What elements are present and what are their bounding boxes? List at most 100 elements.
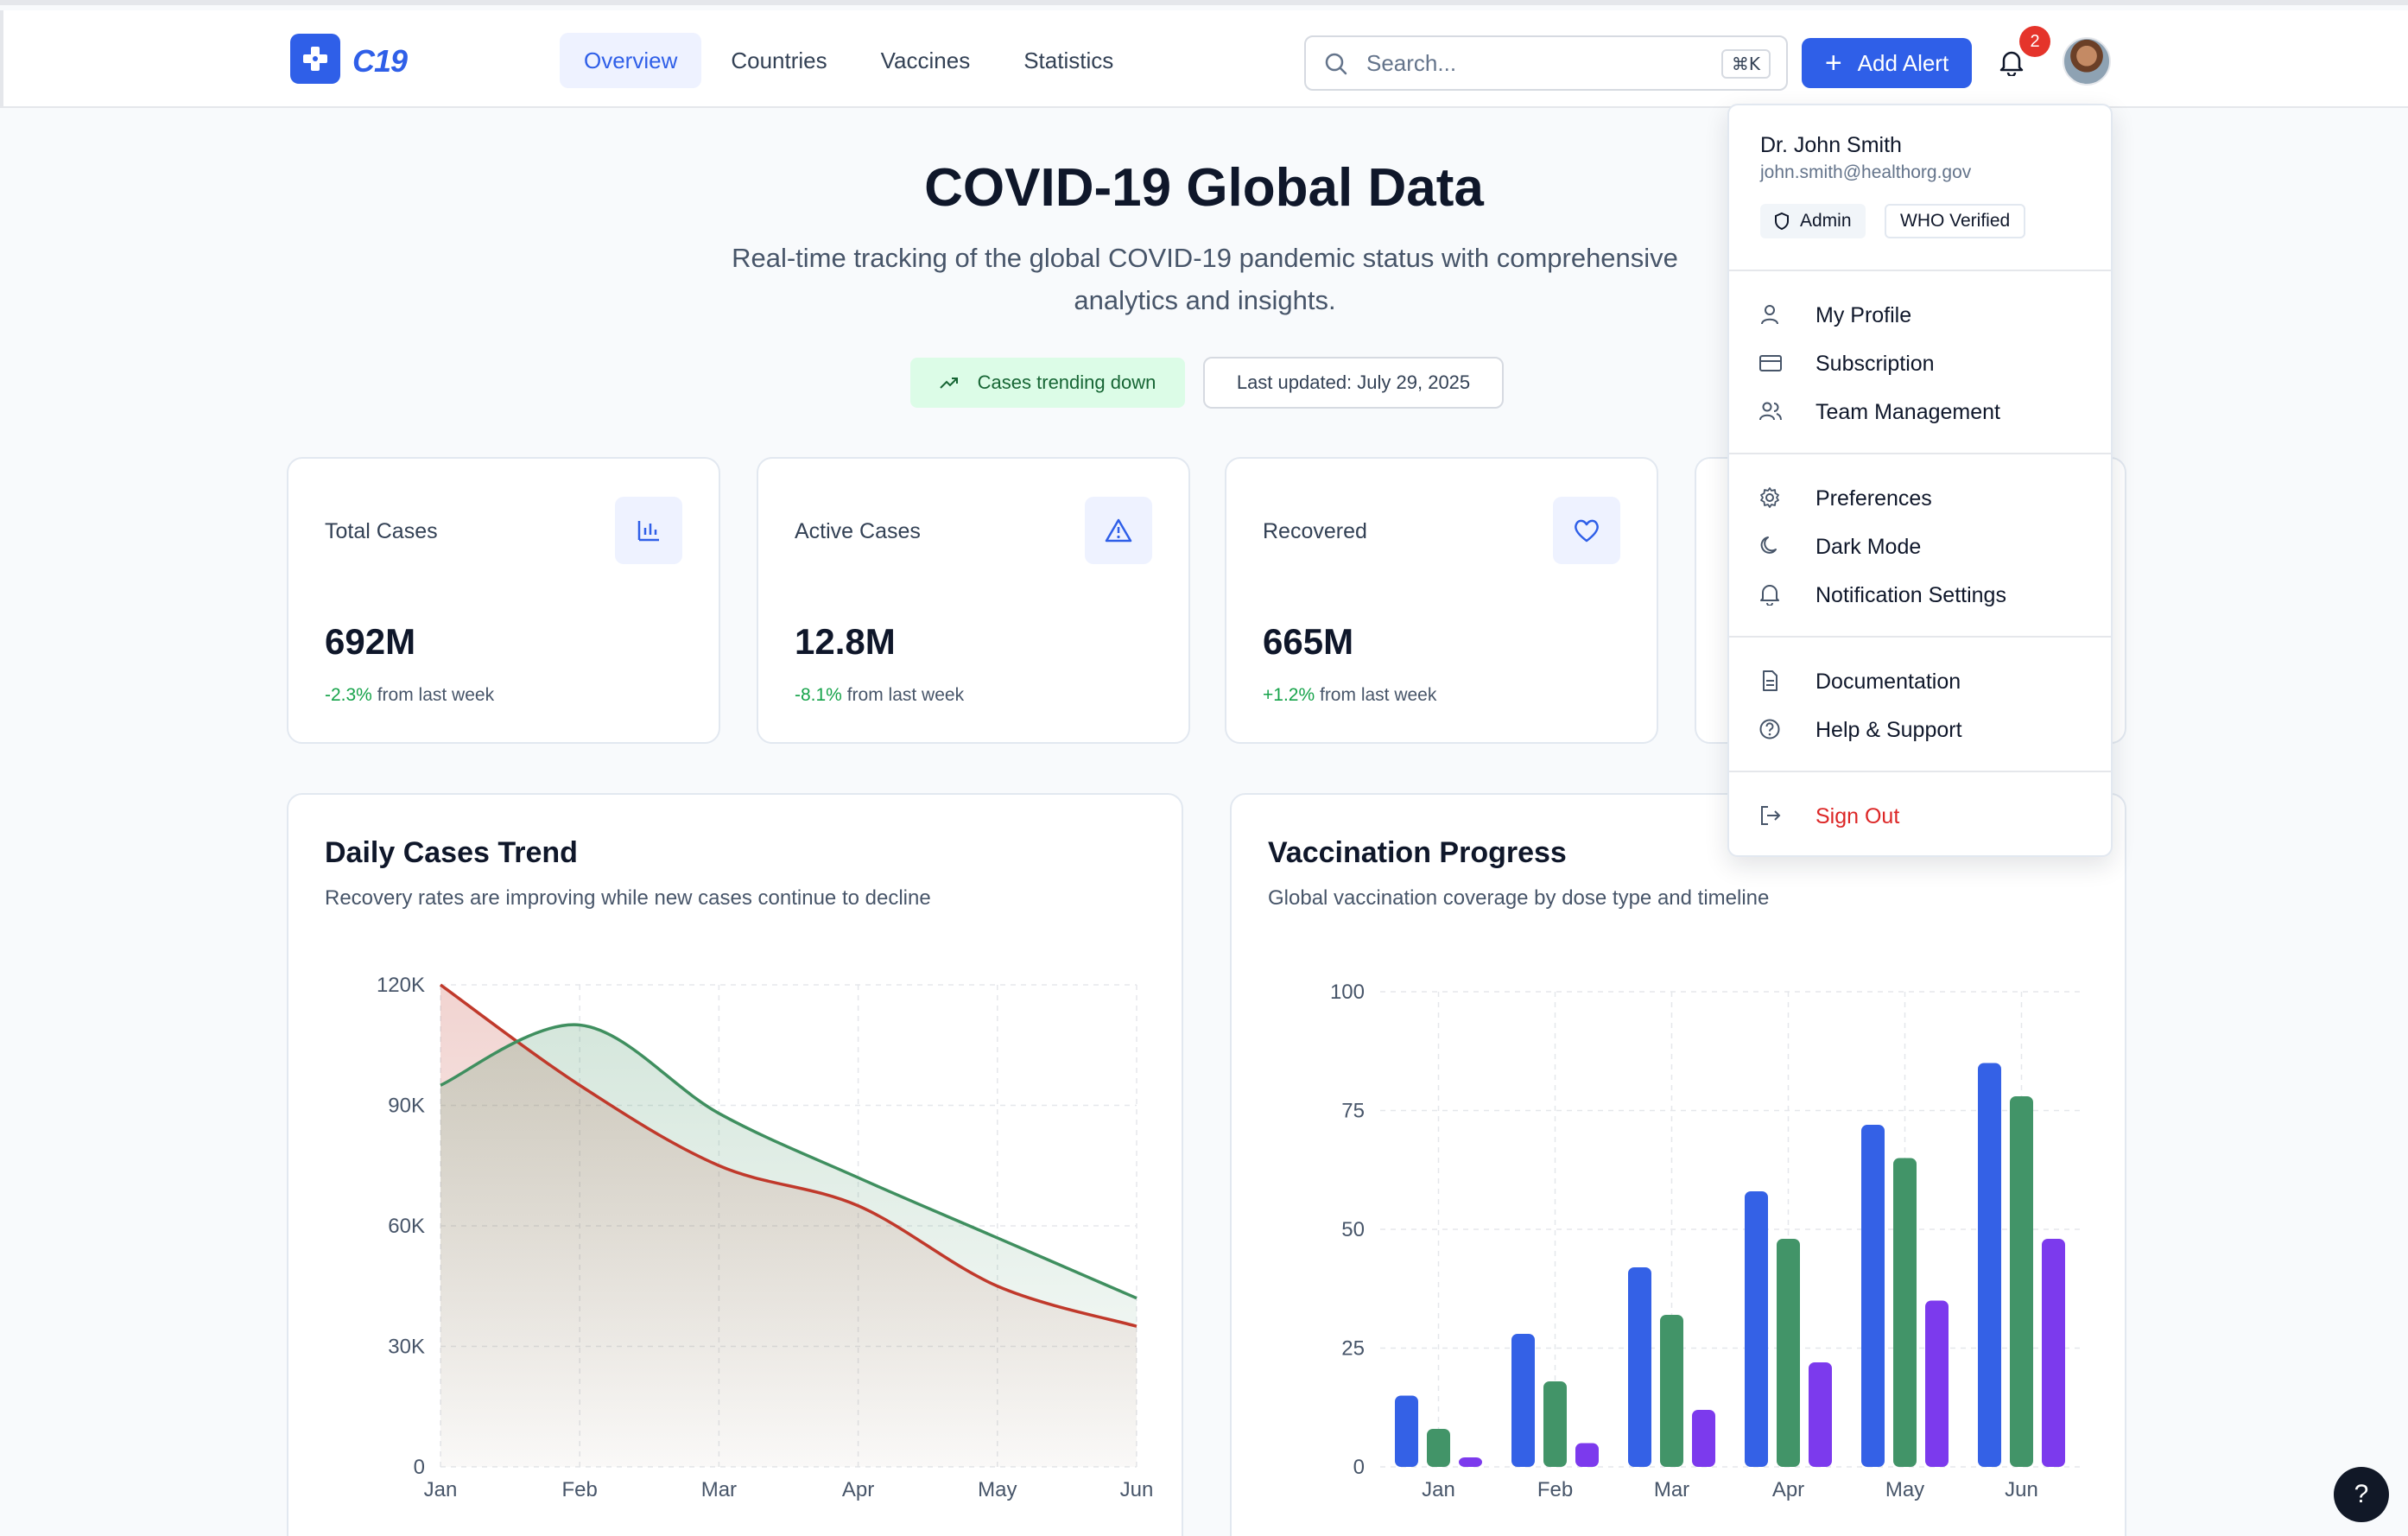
add-alert-label: Add Alert — [1857, 49, 1949, 76]
y-tick-label: 100 — [1330, 981, 1365, 1004]
stat-delta: +1.2% from last week — [1263, 685, 1436, 706]
menu-item-team-management[interactable]: Team Management — [1729, 389, 2111, 434]
bar — [1809, 1362, 1832, 1467]
stat-label: Recovered — [1263, 519, 1367, 543]
bar — [1628, 1267, 1651, 1467]
menu-item-my-profile[interactable]: My Profile — [1729, 292, 2111, 337]
user-menu-dropdown: Dr. John Smith john.smith@healthorg.gov … — [1727, 104, 2113, 857]
stat-delta-percent: -2.3% — [325, 685, 372, 705]
menu-item-documentation[interactable]: Documentation — [1729, 658, 2111, 703]
add-alert-button[interactable]: + Add Alert — [1802, 38, 1972, 88]
user-avatar[interactable] — [2063, 37, 2111, 86]
bar — [1427, 1429, 1450, 1467]
daily-cases-chart[interactable]: 0 30K 60K 90K 120K Jan Feb Mar Apr May Jun — [288, 795, 1185, 1536]
menu-item-label: Documentation — [1816, 670, 1961, 694]
menu-item-sign-out[interactable]: Sign Out — [1729, 793, 2111, 838]
stat-delta-percent: -8.1% — [795, 685, 842, 705]
heart-icon — [1553, 497, 1620, 564]
notification-bell-icon[interactable] — [1999, 48, 2025, 76]
x-tick-label: Mar — [701, 1478, 737, 1501]
menu-item-label: Help & Support — [1816, 718, 1962, 742]
stat-card-total-cases: Total Cases 692M -2.3% from last week — [287, 457, 720, 744]
bar — [2010, 1096, 2033, 1467]
menu-divider — [1729, 636, 2111, 638]
moon-icon — [1760, 536, 1777, 554]
help-button[interactable]: ? — [2334, 1467, 2389, 1522]
y-tick-label: 90K — [388, 1095, 425, 1118]
bar — [1575, 1443, 1599, 1467]
stat-delta-suffix: from last week — [846, 685, 965, 705]
stat-value: 665M — [1263, 621, 1354, 662]
daily-cases-card: Daily Cases Trend Recovery rates are imp… — [287, 793, 1183, 1536]
bar — [1660, 1315, 1683, 1467]
verified-badge: WHO Verified — [1885, 204, 2026, 238]
help-circle-icon — [1759, 719, 1780, 739]
search-icon — [1325, 53, 1347, 75]
stat-delta-suffix: from last week — [1319, 685, 1437, 705]
x-tick-label: Apr — [842, 1478, 874, 1501]
menu-item-subscription[interactable]: Subscription — [1729, 340, 2111, 385]
stat-delta-percent: +1.2% — [1263, 685, 1315, 705]
y-tick-label: 120K — [377, 974, 425, 997]
x-tick-label: May — [978, 1478, 1017, 1501]
y-tick-label: 75 — [1341, 1100, 1365, 1123]
gear-icon — [1760, 487, 1779, 508]
admin-badge: Admin — [1760, 204, 1866, 238]
credit-card-icon — [1759, 355, 1782, 371]
menu-item-dark-mode[interactable]: Dark Mode — [1729, 524, 2111, 568]
trending-down-icon — [939, 378, 958, 389]
stat-label: Active Cases — [795, 519, 921, 543]
x-tick-label: Mar — [1654, 1478, 1689, 1501]
last-updated-badge: Last updated: July 29, 2025 — [1203, 357, 1504, 409]
menu-item-label: Dark Mode — [1816, 535, 1922, 559]
x-tick-label: Jan — [424, 1478, 458, 1501]
x-tick-label: Jun — [2005, 1478, 2038, 1501]
search-input[interactable] — [1366, 46, 1695, 80]
notification-badge: 2 — [2019, 26, 2050, 57]
nav-overview[interactable]: Overview — [560, 33, 702, 88]
y-tick-label: 0 — [1353, 1456, 1365, 1479]
nav-countries[interactable]: Countries — [707, 33, 851, 88]
y-tick-label: 25 — [1341, 1337, 1365, 1361]
bar — [1395, 1395, 1418, 1467]
main-nav: Overview Countries Vaccines Statistics — [560, 33, 1137, 88]
shield-icon — [1775, 212, 1789, 231]
bar — [1777, 1239, 1800, 1467]
y-tick-label: 0 — [414, 1456, 425, 1479]
plus-icon: + — [1824, 47, 1842, 79]
series-area — [440, 1025, 1137, 1467]
logo-icon[interactable] — [290, 34, 340, 84]
menu-item-preferences[interactable]: Preferences — [1729, 475, 2111, 520]
stat-value: 12.8M — [795, 621, 896, 662]
x-tick-label: Feb — [1537, 1478, 1573, 1501]
bar — [1745, 1191, 1768, 1467]
menu-item-label: Notification Settings — [1816, 583, 2006, 607]
y-tick-label: 60K — [388, 1215, 425, 1238]
brand-name[interactable]: C19 — [352, 43, 408, 79]
nav-statistics[interactable]: Statistics — [999, 33, 1137, 88]
stat-delta-suffix: from last week — [377, 685, 495, 705]
stat-label: Total Cases — [325, 519, 438, 543]
trend-badge: Cases trending down — [910, 358, 1185, 408]
menu-divider — [1729, 453, 2111, 454]
menu-item-label: Subscription — [1816, 352, 1935, 376]
bar — [1925, 1300, 1949, 1467]
menu-item-notification-settings[interactable]: Notification Settings — [1729, 572, 2111, 617]
bar — [1543, 1381, 1567, 1467]
menu-item-label: My Profile — [1816, 303, 1912, 327]
stat-card-active-cases: Active Cases 12.8M -8.1% from last week — [757, 457, 1190, 744]
bar-chart-icon — [615, 497, 682, 564]
menu-item-label: Sign Out — [1816, 804, 1900, 828]
y-tick-label: 30K — [388, 1336, 425, 1359]
x-tick-label: Jun — [1120, 1478, 1154, 1501]
x-tick-label: Jan — [1422, 1478, 1455, 1501]
bell-icon — [1760, 585, 1779, 606]
vaccination-chart[interactable]: 0 25 50 75 100 Jan Feb Mar Apr May Jun — [1232, 795, 2128, 1536]
menu-divider — [1729, 771, 2111, 772]
document-icon — [1763, 670, 1777, 691]
stat-delta: -2.3% from last week — [325, 685, 494, 706]
search-box[interactable]: ⌘K — [1304, 35, 1788, 91]
stat-value: 692M — [325, 621, 416, 662]
menu-item-help-support[interactable]: Help & Support — [1729, 707, 2111, 752]
nav-vaccines[interactable]: Vaccines — [857, 33, 995, 88]
